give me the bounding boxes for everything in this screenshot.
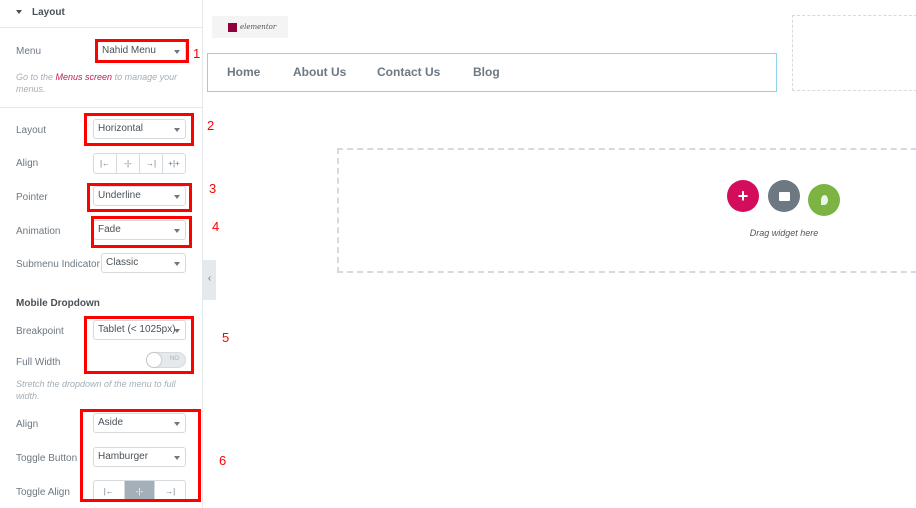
full-width-note: Stretch the dropdown of the menu to full… <box>16 379 176 401</box>
annotation-number: 1 <box>193 46 201 61</box>
elementor-logo-icon <box>228 22 237 32</box>
leaf-icon <box>820 195 828 205</box>
collapse-panel-handle[interactable]: ‹ <box>203 260 216 300</box>
toggle-button-label: Toggle Button <box>16 453 78 464</box>
align-button-group: |← -|- →| +|+ <box>93 153 186 174</box>
annotation-number: 4 <box>212 219 220 234</box>
align-label: Align <box>16 158 39 169</box>
nav-item-contact-us[interactable]: Contact Us <box>377 65 440 79</box>
drag-widget-hint: Drag widget here <box>749 228 819 238</box>
menu-label: Menu <box>16 46 42 57</box>
nav-item-about-us[interactable]: About Us <box>293 65 346 79</box>
folder-icon <box>778 191 790 201</box>
align-center-icon[interactable]: -|- <box>117 154 140 173</box>
annotation-number: 6 <box>219 453 227 468</box>
divider <box>0 107 202 108</box>
annotation-box-6 <box>80 409 201 502</box>
menus-screen-link[interactable]: Menus screen <box>56 72 113 82</box>
add-section-button[interactable]: + <box>727 180 759 212</box>
site-logo[interactable]: elementor <box>212 16 288 38</box>
add-template-button[interactable] <box>768 180 800 212</box>
mobile-dropdown-heading: Mobile Dropdown <box>16 298 100 309</box>
empty-column[interactable] <box>792 15 916 91</box>
chevron-left-icon: ‹ <box>207 273 212 284</box>
nav-item-blog[interactable]: Blog <box>473 65 500 79</box>
annotation-box-5 <box>84 316 194 374</box>
mobile-align-label: Align <box>16 419 39 430</box>
nav-item-home[interactable]: Home <box>227 65 260 79</box>
annotation-box-4 <box>91 216 192 248</box>
annotation-number: 5 <box>222 330 230 345</box>
note-text: Go to the <box>16 72 56 82</box>
full-width-label: Full Width <box>16 357 61 368</box>
annotation-box-3 <box>87 183 192 212</box>
annotation-box-1 <box>95 39 189 63</box>
menu-note: Go to the Menus screen to manage your me… <box>16 71 186 95</box>
toggle-align-label: Toggle Align <box>16 487 70 498</box>
annotation-box-2 <box>84 113 194 146</box>
animation-label: Animation <box>16 226 61 237</box>
submenu-indicator-label: Submenu Indicator <box>16 259 100 270</box>
envato-button[interactable] <box>808 184 840 216</box>
submenu-indicator-value: Classic <box>106 257 139 268</box>
breakpoint-label: Breakpoint <box>16 326 64 337</box>
annotation-number: 3 <box>209 181 217 196</box>
chevron-down-icon <box>174 262 180 266</box>
align-right-icon[interactable]: →| <box>140 154 163 173</box>
caret-down-icon <box>16 10 22 14</box>
submenu-indicator-select[interactable]: Classic <box>101 253 186 273</box>
logo-text: elementor <box>240 23 277 31</box>
annotation-number: 2 <box>207 118 215 133</box>
layout-label: Layout <box>16 125 47 136</box>
section-title: Layout <box>32 7 65 18</box>
section-layout-header[interactable]: Layout <box>0 0 202 28</box>
align-justify-icon[interactable]: +|+ <box>163 154 185 173</box>
plus-icon: + <box>737 185 749 206</box>
pointer-label: Pointer <box>16 192 48 203</box>
nav-menu: Home About Us Contact Us Blog <box>207 53 777 92</box>
align-left-icon[interactable]: |← <box>94 154 117 173</box>
